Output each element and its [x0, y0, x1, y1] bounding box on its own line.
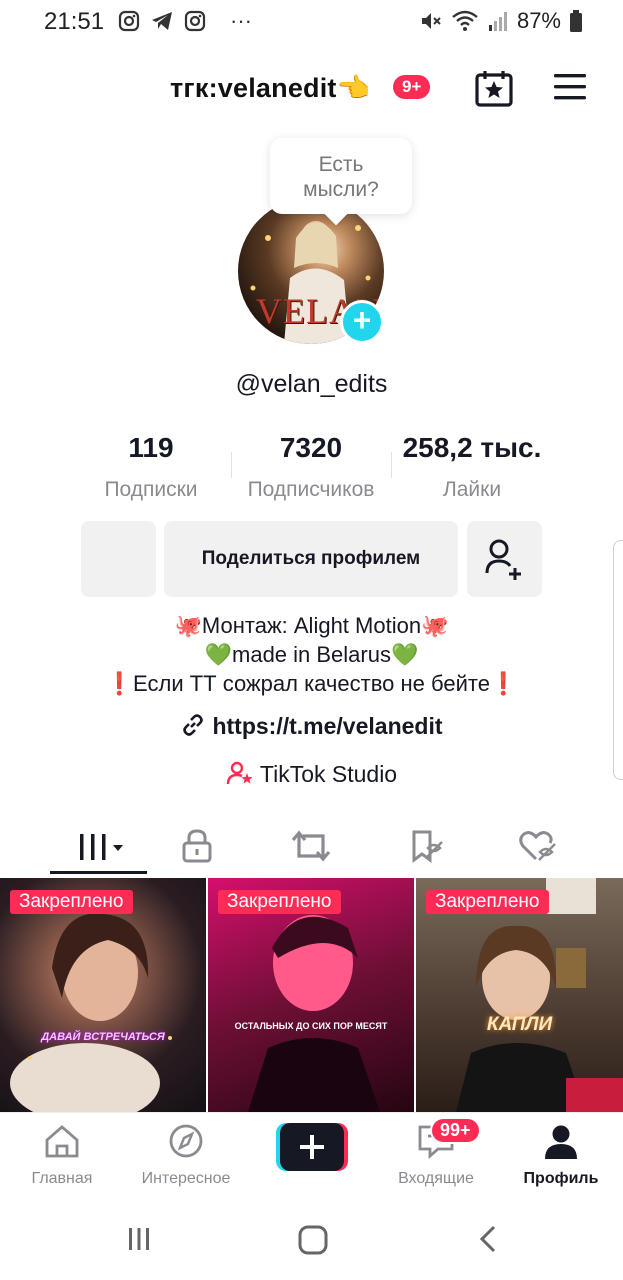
video-thumbnail[interactable]: Закреплено ОСТАЛЬНЫХ ДО СИХ ПОР МЕСЯТ: [208, 878, 414, 1112]
create-post-button[interactable]: [276, 1123, 348, 1171]
nav-discover-label: Интересное: [141, 1170, 231, 1187]
profile-display-name[interactable]: тгк:velanedit👈: [170, 72, 370, 104]
videos-grid-icon: [80, 834, 123, 860]
nav-home-label: Главная: [31, 1170, 93, 1187]
bio-link-text: https://t.me/velanedit: [212, 713, 443, 739]
username: @velan_edits: [235, 370, 388, 398]
stat-likes[interactable]: 258,2 тыс. Лайки: [394, 432, 550, 502]
telegram-icon: [152, 12, 172, 30]
stat-divider: [231, 452, 232, 478]
nav-discover[interactable]: Интересное: [130, 1123, 242, 1188]
profile-stats: 119 Подписки 7320 Подписчиков 258,2 тыс.…: [0, 432, 623, 502]
video-thumbnail[interactable]: Закреплено ДАВАЙ ВСТРЕЧАТЬСЯ: [0, 878, 206, 1112]
wifi-icon: [452, 10, 478, 31]
share-profile-button[interactable]: Поделиться профилем: [164, 521, 458, 597]
stat-followers-label: Подписчиков: [247, 478, 375, 501]
lock-icon: [182, 829, 212, 863]
stat-following-value: 119: [128, 432, 174, 463]
bio-line-1: 🐙Монтаж: Alight Motion🐙: [174, 613, 449, 638]
active-tab-indicator: [50, 871, 147, 874]
plus-icon: [276, 1123, 348, 1171]
tab-private[interactable]: [147, 818, 247, 874]
bubble-line-1: Есть: [318, 153, 364, 176]
instagram-icon: [118, 10, 140, 32]
stat-following-label: Подписки: [104, 478, 198, 501]
add-user-icon: [485, 539, 521, 580]
battery-icon: [570, 10, 582, 32]
nav-inbox-label: Входящие: [398, 1170, 474, 1187]
pinned-badge: Закреплено: [218, 890, 341, 914]
video-caption: ОСТАЛЬНЫХ ДО СИХ ПОР МЕСЯТ: [234, 1021, 388, 1031]
favorites-icon: [412, 830, 443, 863]
bubble-line-2: мысли?: [303, 178, 379, 201]
menu-icon[interactable]: [552, 72, 588, 102]
stat-likes-value: 258,2 тыс.: [402, 432, 542, 463]
compass-icon: [169, 1124, 203, 1158]
add-avatar-button[interactable]: +: [340, 300, 384, 344]
mute-icon: [421, 13, 441, 29]
stat-followers[interactable]: 7320 Подписчиков: [234, 432, 388, 502]
video-caption: КАПЛИ: [486, 1014, 553, 1035]
battery-percent: 87%: [516, 8, 561, 33]
home-button-icon[interactable]: [297, 1224, 329, 1256]
back-icon[interactable]: [474, 1224, 502, 1254]
side-panel-handle[interactable]: [613, 540, 623, 780]
recent-apps-icon[interactable]: [124, 1224, 154, 1254]
tab-videos[interactable]: [50, 818, 150, 874]
instagram-icon: [184, 10, 206, 32]
tiktok-studio-label: TikTok Studio: [259, 761, 398, 787]
video-thumbnail[interactable]: Закреплено КАПЛИ: [416, 878, 623, 1112]
calendar-star-icon[interactable]: [474, 68, 514, 108]
thoughts-bubble[interactable]: Есть мысли?: [270, 138, 412, 214]
notification-badge: 9+: [393, 75, 431, 99]
pinned-badge: Закреплено: [10, 890, 133, 914]
status-bar: 21:51 ··· 87%: [0, 0, 623, 44]
system-navigation-bar: [0, 1204, 623, 1280]
liked-icon: [519, 831, 556, 861]
creator-star-icon: [226, 761, 253, 785]
repost-icon: [291, 830, 331, 862]
add-friends-button[interactable]: [467, 521, 542, 597]
tab-reposts[interactable]: [261, 818, 361, 874]
pinned-badge: Закреплено: [426, 890, 549, 914]
nav-profile-label: Профиль: [523, 1170, 599, 1187]
profile-header: тгк:velanedit👈 9+: [0, 60, 623, 116]
edit-profile-button[interactable]: [81, 521, 156, 597]
bottom-navigation: Главная Интересное Входящие 99+ Профиль: [0, 1112, 623, 1204]
stat-likes-label: Лайки: [442, 478, 502, 501]
profile-icon: [545, 1125, 577, 1159]
stat-following[interactable]: 119 Подписки: [80, 432, 222, 502]
profile-bio: 🐙Монтаж: Alight Motion🐙 💚made in Belarus…: [0, 611, 623, 698]
video-caption: ДАВАЙ ВСТРЕЧАТЬСЯ: [41, 1031, 165, 1043]
signal-icon: [488, 12, 507, 31]
profile-tabs: [0, 818, 623, 874]
tab-liked[interactable]: [488, 818, 588, 874]
more-icon: ···: [230, 8, 252, 33]
tiktok-studio-link[interactable]: TikTok Studio: [0, 760, 623, 788]
nav-profile[interactable]: Профиль: [516, 1123, 606, 1188]
inbox-badge: 99+: [430, 1117, 481, 1144]
status-time: 21:51: [44, 8, 105, 35]
stat-divider: [391, 452, 392, 478]
bio-line-2: 💚made in Belarus💚: [204, 642, 419, 667]
video-grid: Закреплено ДАВАЙ ВСТРЕЧАТЬСЯ Закреплено …: [0, 878, 623, 1112]
home-icon: [45, 1125, 79, 1158]
link-icon: [183, 714, 204, 736]
bio-line-3: ❗Если ТТ сожрал качество не бейте❗: [105, 671, 518, 696]
tab-favorites[interactable]: [376, 818, 476, 874]
bio-link[interactable]: https://t.me/velanedit: [0, 712, 623, 740]
stat-followers-value: 7320: [279, 432, 343, 463]
nav-home[interactable]: Главная: [24, 1123, 100, 1188]
